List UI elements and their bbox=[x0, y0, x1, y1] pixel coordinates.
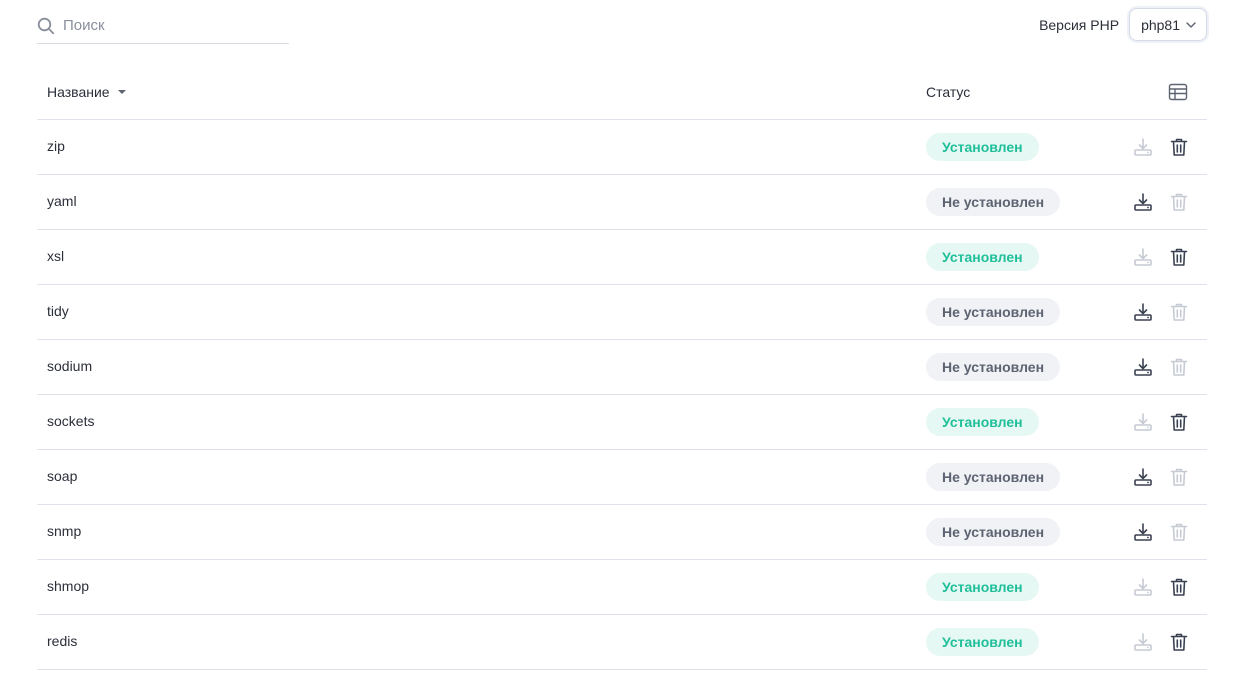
table-body: zip Установлен yaml Не установлен xsl Установ… bbox=[37, 120, 1207, 670]
chevron-down-icon bbox=[1184, 18, 1198, 32]
install-icon[interactable] bbox=[1132, 521, 1154, 543]
column-header-name[interactable]: Название bbox=[47, 84, 127, 100]
install-icon[interactable] bbox=[1132, 301, 1154, 323]
table-settings-icon[interactable] bbox=[1168, 82, 1188, 102]
table-row: redis Установлен bbox=[37, 615, 1207, 670]
extension-name: soap bbox=[47, 468, 78, 484]
status-badge: Не установлен bbox=[926, 518, 1061, 546]
status-badge: Не установлен bbox=[926, 463, 1061, 491]
trash-icon bbox=[1168, 301, 1190, 323]
install-icon[interactable] bbox=[1132, 191, 1154, 213]
column-header-status: Статус bbox=[926, 83, 971, 100]
table-row: soap Не установлен bbox=[37, 450, 1207, 505]
table-row: zip Установлен bbox=[37, 120, 1207, 175]
column-header-name-label: Название bbox=[47, 83, 110, 100]
php-version-label: Версия PHP bbox=[1039, 16, 1120, 33]
table-row: xsl Установлен bbox=[37, 230, 1207, 285]
status-badge: Установлен bbox=[926, 133, 1039, 161]
trash-icon bbox=[1168, 521, 1190, 543]
table-header: Название Статус bbox=[37, 64, 1207, 120]
install-icon[interactable] bbox=[1132, 466, 1154, 488]
status-badge: Установлен bbox=[926, 408, 1039, 436]
sort-desc-icon bbox=[117, 87, 127, 97]
install-icon bbox=[1132, 246, 1154, 268]
extension-name: xsl bbox=[47, 248, 65, 264]
extension-name: shmop bbox=[47, 578, 90, 594]
search-input[interactable] bbox=[63, 17, 273, 34]
extension-name: redis bbox=[47, 633, 78, 649]
extension-name: zip bbox=[47, 138, 65, 154]
install-icon[interactable] bbox=[1132, 356, 1154, 378]
search-field[interactable] bbox=[37, 8, 289, 44]
php-version-control: Версия PHP php81 bbox=[1039, 8, 1207, 41]
install-icon bbox=[1132, 631, 1154, 653]
install-icon bbox=[1132, 411, 1154, 433]
extension-name: sockets bbox=[47, 413, 95, 429]
status-badge: Установлен bbox=[926, 628, 1039, 656]
table-row: shmop Установлен bbox=[37, 560, 1207, 615]
trash-icon bbox=[1168, 191, 1190, 213]
trash-icon[interactable] bbox=[1168, 631, 1190, 653]
table-row: snmp Не установлен bbox=[37, 505, 1207, 560]
table-row: sockets Установлен bbox=[37, 395, 1207, 450]
table-row: tidy Не установлен bbox=[37, 285, 1207, 340]
table-row: sodium Не установлен bbox=[37, 340, 1207, 395]
trash-icon[interactable] bbox=[1168, 136, 1190, 158]
status-badge: Установлен bbox=[926, 243, 1039, 271]
trash-icon[interactable] bbox=[1168, 246, 1190, 268]
extensions-table: Название Статус zip Установлен yaml Не уста… bbox=[37, 64, 1207, 670]
table-row: yaml Не установлен bbox=[37, 175, 1207, 230]
extension-name: snmp bbox=[47, 523, 82, 539]
status-badge: Не установлен bbox=[926, 188, 1061, 216]
toolbar: Версия PHP php81 bbox=[37, 0, 1207, 56]
extension-name: sodium bbox=[47, 358, 93, 374]
php-version-value: php81 bbox=[1141, 16, 1180, 33]
status-badge: Установлен bbox=[926, 573, 1039, 601]
status-badge: Не установлен bbox=[926, 353, 1061, 381]
php-version-select[interactable]: php81 bbox=[1129, 8, 1207, 41]
extension-name: tidy bbox=[47, 303, 69, 319]
install-icon bbox=[1132, 576, 1154, 598]
search-icon bbox=[37, 17, 55, 35]
trash-icon[interactable] bbox=[1168, 576, 1190, 598]
trash-icon bbox=[1168, 466, 1190, 488]
extension-name: yaml bbox=[47, 193, 77, 209]
install-icon bbox=[1132, 136, 1154, 158]
status-badge: Не установлен bbox=[926, 298, 1061, 326]
trash-icon[interactable] bbox=[1168, 411, 1190, 433]
trash-icon bbox=[1168, 356, 1190, 378]
